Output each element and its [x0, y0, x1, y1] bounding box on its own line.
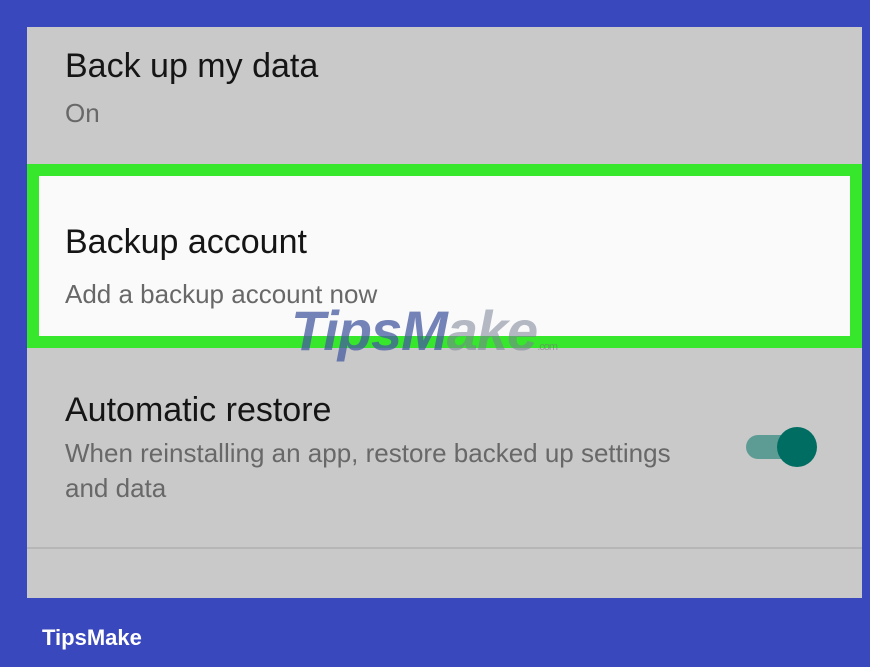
watermark-text-part1: TipsM — [291, 299, 448, 362]
automatic-restore-subtitle: When reinstalling an app, restore backed… — [65, 438, 671, 503]
automatic-restore-toggle[interactable] — [742, 427, 817, 467]
toggle-thumb — [777, 427, 817, 467]
backup-my-data-item[interactable]: Back up my data On — [27, 27, 862, 162]
automatic-restore-title: Automatic restore — [65, 391, 332, 429]
watermark-text-part2: ake — [446, 299, 538, 362]
backup-my-data-title: Back up my data — [65, 47, 319, 85]
watermark-suffix: .com — [537, 341, 558, 353]
footer-brand-logo: TipsMake — [42, 625, 142, 650]
automatic-restore-item[interactable]: Automatic restore When reinstalling an a… — [27, 387, 862, 547]
tipsmake-watermark-logo: TipsMake.com — [291, 298, 558, 363]
backup-account-title: Backup account — [65, 223, 307, 261]
backup-my-data-value: On — [65, 98, 100, 128]
divider — [27, 547, 862, 549]
